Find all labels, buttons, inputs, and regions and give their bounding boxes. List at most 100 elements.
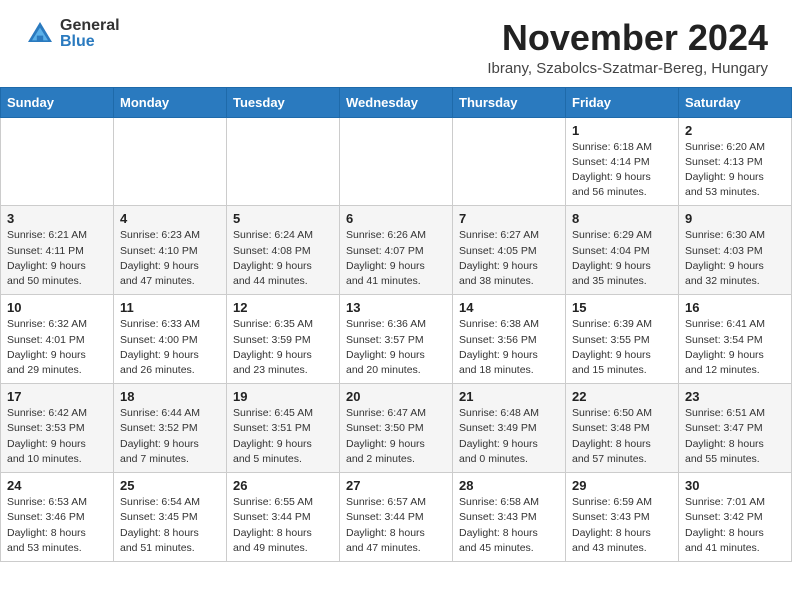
day-number: 12 (233, 300, 333, 315)
calendar-cell: 8 Sunrise: 6:29 AM Sunset: 4:04 PM Daylig… (566, 206, 679, 295)
day-info: Sunrise: 6:26 AM Sunset: 4:07 PM Dayligh… (346, 228, 446, 289)
calendar-cell: 7 Sunrise: 6:27 AM Sunset: 4:05 PM Daylig… (453, 206, 566, 295)
day-info: Sunrise: 6:41 AM Sunset: 3:54 PM Dayligh… (685, 317, 785, 378)
day-number: 2 (685, 123, 785, 138)
day-number: 26 (233, 478, 333, 493)
calendar-cell: 14 Sunrise: 6:38 AM Sunset: 3:56 PM Dayli… (453, 295, 566, 384)
logo: General Blue (24, 18, 120, 50)
calendar-cell: 12 Sunrise: 6:35 AM Sunset: 3:59 PM Dayli… (227, 295, 340, 384)
day-info: Sunrise: 6:30 AM Sunset: 4:03 PM Dayligh… (685, 228, 785, 289)
day-number: 14 (459, 300, 559, 315)
day-number: 20 (346, 389, 446, 404)
weekday-header-wednesday: Wednesday (340, 87, 453, 117)
calendar-week-row: 24 Sunrise: 6:53 AM Sunset: 3:46 PM Dayli… (1, 473, 792, 562)
calendar-week-row: 17 Sunrise: 6:42 AM Sunset: 3:53 PM Dayli… (1, 384, 792, 473)
calendar-cell: 1Sunrise: 6:18 AM Sunset: 4:14 PM Daylig… (566, 117, 679, 206)
calendar-cell: 3Sunrise: 6:21 AM Sunset: 4:11 PM Daylig… (1, 206, 114, 295)
logo-blue-text: Blue (60, 34, 120, 50)
calendar-cell: 16 Sunrise: 6:41 AM Sunset: 3:54 PM Dayli… (679, 295, 792, 384)
calendar-cell: 28Sunrise: 6:58 AM Sunset: 3:43 PM Dayli… (453, 473, 566, 562)
calendar-cell: 5 Sunrise: 6:24 AM Sunset: 4:08 PM Daylig… (227, 206, 340, 295)
day-info: Sunrise: 6:57 AM Sunset: 3:44 PM Dayligh… (346, 495, 446, 556)
calendar-week-row: 1Sunrise: 6:18 AM Sunset: 4:14 PM Daylig… (1, 117, 792, 206)
calendar-cell: 4 Sunrise: 6:23 AM Sunset: 4:10 PM Daylig… (114, 206, 227, 295)
logo-text: General Blue (60, 18, 120, 50)
day-info: Sunrise: 6:20 AM Sunset: 4:13 PM Dayligh… (685, 140, 785, 201)
logo-general-text: General (60, 18, 120, 34)
day-info: Sunrise: 6:23 AM Sunset: 4:10 PM Dayligh… (120, 228, 220, 289)
calendar-cell: 11Sunrise: 6:33 AM Sunset: 4:00 PM Dayli… (114, 295, 227, 384)
day-number: 11 (120, 300, 220, 315)
calendar-cell: 17 Sunrise: 6:42 AM Sunset: 3:53 PM Dayli… (1, 384, 114, 473)
calendar-cell (227, 117, 340, 206)
calendar-cell: 29Sunrise: 6:59 AM Sunset: 3:43 PM Dayli… (566, 473, 679, 562)
day-number: 18 (120, 389, 220, 404)
calendar-cell: 18 Sunrise: 6:44 AM Sunset: 3:52 PM Dayli… (114, 384, 227, 473)
calendar-cell: 26 Sunrise: 6:55 AM Sunset: 3:44 PM Dayli… (227, 473, 340, 562)
day-info: Sunrise: 6:48 AM Sunset: 3:49 PM Dayligh… (459, 406, 559, 467)
day-number: 3 (7, 211, 107, 226)
day-number: 23 (685, 389, 785, 404)
day-info: Sunrise: 6:27 AM Sunset: 4:05 PM Dayligh… (459, 228, 559, 289)
calendar-cell (453, 117, 566, 206)
calendar-cell: 23 Sunrise: 6:51 AM Sunset: 3:47 PM Dayli… (679, 384, 792, 473)
day-number: 24 (7, 478, 107, 493)
day-info: Sunrise: 6:32 AM Sunset: 4:01 PM Dayligh… (7, 317, 107, 378)
day-number: 17 (7, 389, 107, 404)
day-number: 1 (572, 123, 672, 138)
calendar-cell: 15Sunrise: 6:39 AM Sunset: 3:55 PM Dayli… (566, 295, 679, 384)
day-info: Sunrise: 6:29 AM Sunset: 4:04 PM Dayligh… (572, 228, 672, 289)
logo-icon (24, 18, 56, 50)
calendar-week-row: 10Sunrise: 6:32 AM Sunset: 4:01 PM Dayli… (1, 295, 792, 384)
calendar-cell: 27Sunrise: 6:57 AM Sunset: 3:44 PM Dayli… (340, 473, 453, 562)
day-number: 29 (572, 478, 672, 493)
day-number: 21 (459, 389, 559, 404)
weekday-header-sunday: Sunday (1, 87, 114, 117)
calendar-cell: 6 Sunrise: 6:26 AM Sunset: 4:07 PM Daylig… (340, 206, 453, 295)
page-header: General Blue November 2024 Ibrany, Szabo… (0, 0, 792, 87)
day-number: 6 (346, 211, 446, 226)
day-info: Sunrise: 6:39 AM Sunset: 3:55 PM Dayligh… (572, 317, 672, 378)
calendar-cell (340, 117, 453, 206)
weekday-header-tuesday: Tuesday (227, 87, 340, 117)
calendar-cell: 20 Sunrise: 6:47 AM Sunset: 3:50 PM Dayli… (340, 384, 453, 473)
day-info: Sunrise: 6:51 AM Sunset: 3:47 PM Dayligh… (685, 406, 785, 467)
calendar-table: SundayMondayTuesdayWednesdayThursdayFrid… (0, 87, 792, 562)
day-number: 25 (120, 478, 220, 493)
calendar-cell: 24 Sunrise: 6:53 AM Sunset: 3:46 PM Dayli… (1, 473, 114, 562)
day-number: 16 (685, 300, 785, 315)
calendar-cell: 30Sunrise: 7:01 AM Sunset: 3:42 PM Dayli… (679, 473, 792, 562)
day-number: 8 (572, 211, 672, 226)
day-info: Sunrise: 6:42 AM Sunset: 3:53 PM Dayligh… (7, 406, 107, 467)
calendar-cell: 22Sunrise: 6:50 AM Sunset: 3:48 PM Dayli… (566, 384, 679, 473)
day-info: Sunrise: 6:50 AM Sunset: 3:48 PM Dayligh… (572, 406, 672, 467)
calendar-cell: 25 Sunrise: 6:54 AM Sunset: 3:45 PM Dayli… (114, 473, 227, 562)
calendar-week-row: 3Sunrise: 6:21 AM Sunset: 4:11 PM Daylig… (1, 206, 792, 295)
day-number: 19 (233, 389, 333, 404)
calendar-cell: 13Sunrise: 6:36 AM Sunset: 3:57 PM Dayli… (340, 295, 453, 384)
month-title: November 2024 (487, 18, 768, 58)
day-info: Sunrise: 6:35 AM Sunset: 3:59 PM Dayligh… (233, 317, 333, 378)
day-number: 13 (346, 300, 446, 315)
calendar-cell (1, 117, 114, 206)
calendar-cell: 2 Sunrise: 6:20 AM Sunset: 4:13 PM Daylig… (679, 117, 792, 206)
day-number: 7 (459, 211, 559, 226)
day-number: 4 (120, 211, 220, 226)
calendar-cell: 21 Sunrise: 6:48 AM Sunset: 3:49 PM Dayli… (453, 384, 566, 473)
day-info: Sunrise: 6:53 AM Sunset: 3:46 PM Dayligh… (7, 495, 107, 556)
calendar-cell: 9Sunrise: 6:30 AM Sunset: 4:03 PM Daylig… (679, 206, 792, 295)
calendar-cell: 19Sunrise: 6:45 AM Sunset: 3:51 PM Dayli… (227, 384, 340, 473)
day-info: Sunrise: 6:44 AM Sunset: 3:52 PM Dayligh… (120, 406, 220, 467)
title-block: November 2024 Ibrany, Szabolcs-Szatmar-B… (487, 18, 768, 77)
day-info: Sunrise: 6:38 AM Sunset: 3:56 PM Dayligh… (459, 317, 559, 378)
day-info: Sunrise: 6:55 AM Sunset: 3:44 PM Dayligh… (233, 495, 333, 556)
weekday-header-monday: Monday (114, 87, 227, 117)
weekday-header-thursday: Thursday (453, 87, 566, 117)
day-info: Sunrise: 6:47 AM Sunset: 3:50 PM Dayligh… (346, 406, 446, 467)
weekday-header-saturday: Saturday (679, 87, 792, 117)
day-number: 5 (233, 211, 333, 226)
day-info: Sunrise: 6:54 AM Sunset: 3:45 PM Dayligh… (120, 495, 220, 556)
day-info: Sunrise: 6:24 AM Sunset: 4:08 PM Dayligh… (233, 228, 333, 289)
weekday-header-friday: Friday (566, 87, 679, 117)
calendar-body: 1Sunrise: 6:18 AM Sunset: 4:14 PM Daylig… (1, 117, 792, 561)
